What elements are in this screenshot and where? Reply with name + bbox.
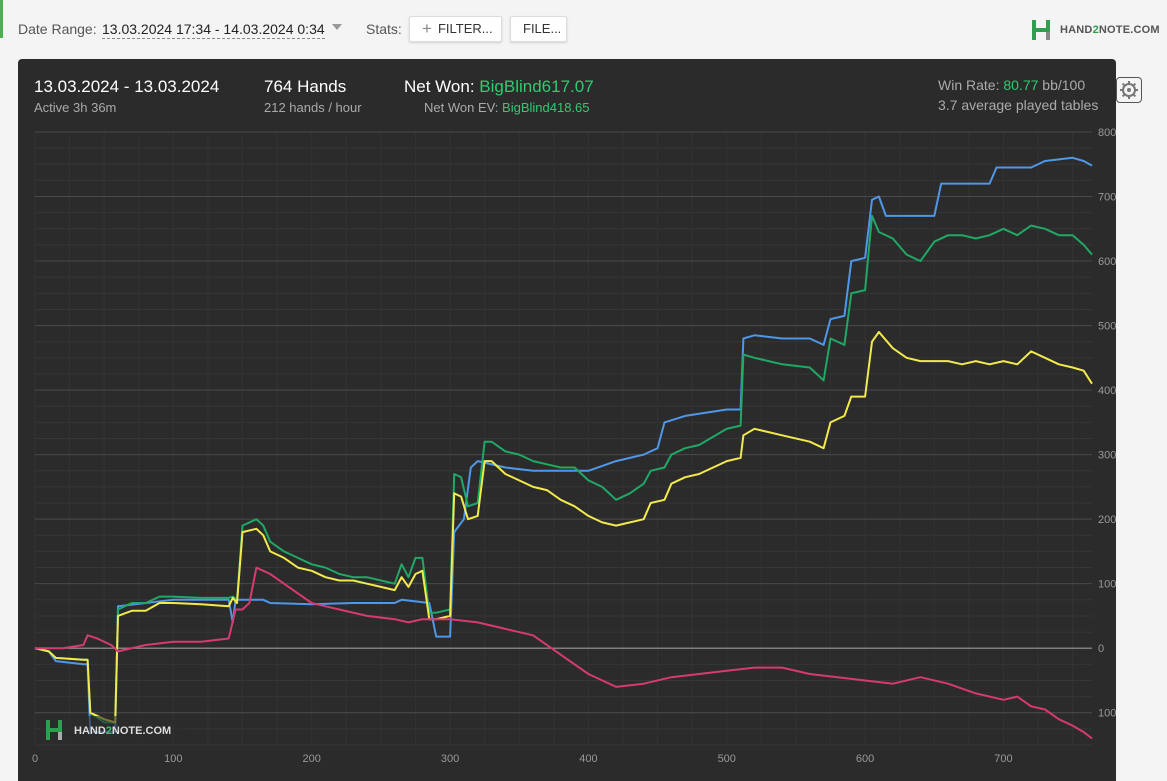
series-line-green <box>34 214 1093 724</box>
y-tick-label: 200 <box>1098 514 1116 526</box>
y-tick-label: 0 <box>1098 643 1104 655</box>
y-tick-label: 400 <box>1098 385 1116 397</box>
x-tick-label: 0 <box>32 753 38 765</box>
profit-chart: 800 700 600 500 400 300 200 100 0 100 0 100 200 300 40… <box>32 127 1116 765</box>
x-tick-label: 100 <box>164 753 182 765</box>
x-tick-label: 700 <box>994 753 1012 765</box>
x-tick-label: 600 <box>856 753 874 765</box>
x-tick-label: 200 <box>303 753 321 765</box>
y-tick-label: 100 <box>1098 708 1116 720</box>
y-tick-label: 700 <box>1098 192 1116 204</box>
x-tick-label: 400 <box>579 753 597 765</box>
y-tick-label: 500 <box>1098 321 1116 333</box>
y-tick-label: 800 <box>1098 127 1116 139</box>
x-tick-label: 500 <box>718 753 736 765</box>
y-tick-label: 300 <box>1098 450 1116 462</box>
y-tick-label: 600 <box>1098 256 1116 268</box>
x-tick-label: 300 <box>441 753 459 765</box>
svg-text:HAND2NOTE.COM: HAND2NOTE.COM <box>74 725 171 737</box>
watermark-logo: HAND2NOTE.COM <box>40 716 185 744</box>
y-tick-label: 100 <box>1098 579 1116 591</box>
